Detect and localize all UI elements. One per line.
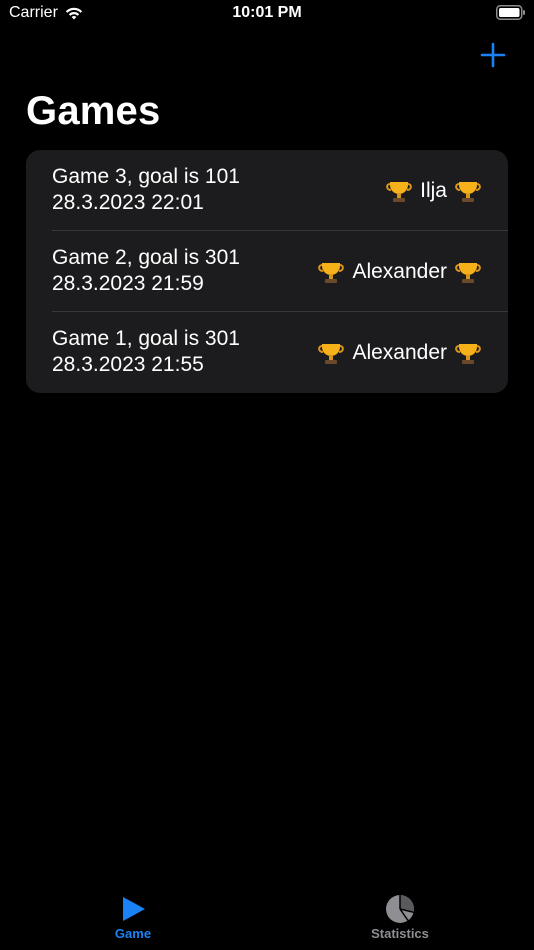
game-title: Game 1, goal is 301 [52,327,240,350]
add-game-button[interactable] [478,40,508,70]
game-row[interactable]: Game 2, goal is 301 28.3.2023 21:59 Alex… [26,231,508,312]
winner-name: Ilja [420,179,447,202]
game-date: 28.3.2023 22:01 [52,191,204,214]
tab-bar: Game Statistics [0,882,534,950]
game-title: Game 3, goal is 101 [52,165,240,188]
game-info: Game 3, goal is 101 28.3.2023 22:01 [52,164,240,216]
tab-game[interactable]: Game [73,882,193,941]
tab-statistics-label: Statistics [371,926,429,941]
trophy-icon [318,344,345,364]
game-date: 28.3.2023 21:59 [52,272,204,295]
game-winner: Alexander [317,258,482,286]
game-winner: Ilja [385,177,482,205]
games-list: Game 3, goal is 101 28.3.2023 22:01 Ilja [26,150,508,393]
play-icon [123,897,145,921]
trophy-icon [386,182,413,202]
game-row[interactable]: Game 1, goal is 301 28.3.2023 21:55 Alex… [26,312,508,393]
game-title: Game 2, goal is 301 [52,246,240,269]
pie-chart-icon [386,895,414,923]
plus-icon [480,42,506,68]
trophy-icon [318,263,345,283]
page-title: Games [26,89,161,133]
trophy-icon [455,263,481,283]
status-time: 10:01 PM [232,4,302,21]
trophy-icon [455,344,481,364]
winner-name: Alexander [352,341,447,364]
game-info: Game 2, goal is 301 28.3.2023 21:59 [52,245,240,297]
game-date: 28.3.2023 21:55 [52,353,204,376]
status-bar: Carrier 10:01 PM [0,0,534,30]
tab-game-label: Game [114,926,152,941]
game-winner: Alexander [317,339,482,367]
game-row[interactable]: Game 3, goal is 101 28.3.2023 22:01 Ilja [26,150,508,231]
battery-icon [496,5,525,20]
trophy-icon [455,182,481,202]
game-info: Game 1, goal is 301 28.3.2023 21:55 [52,326,240,378]
winner-name: Alexander [352,260,447,283]
tab-statistics[interactable]: Statistics [340,882,460,941]
